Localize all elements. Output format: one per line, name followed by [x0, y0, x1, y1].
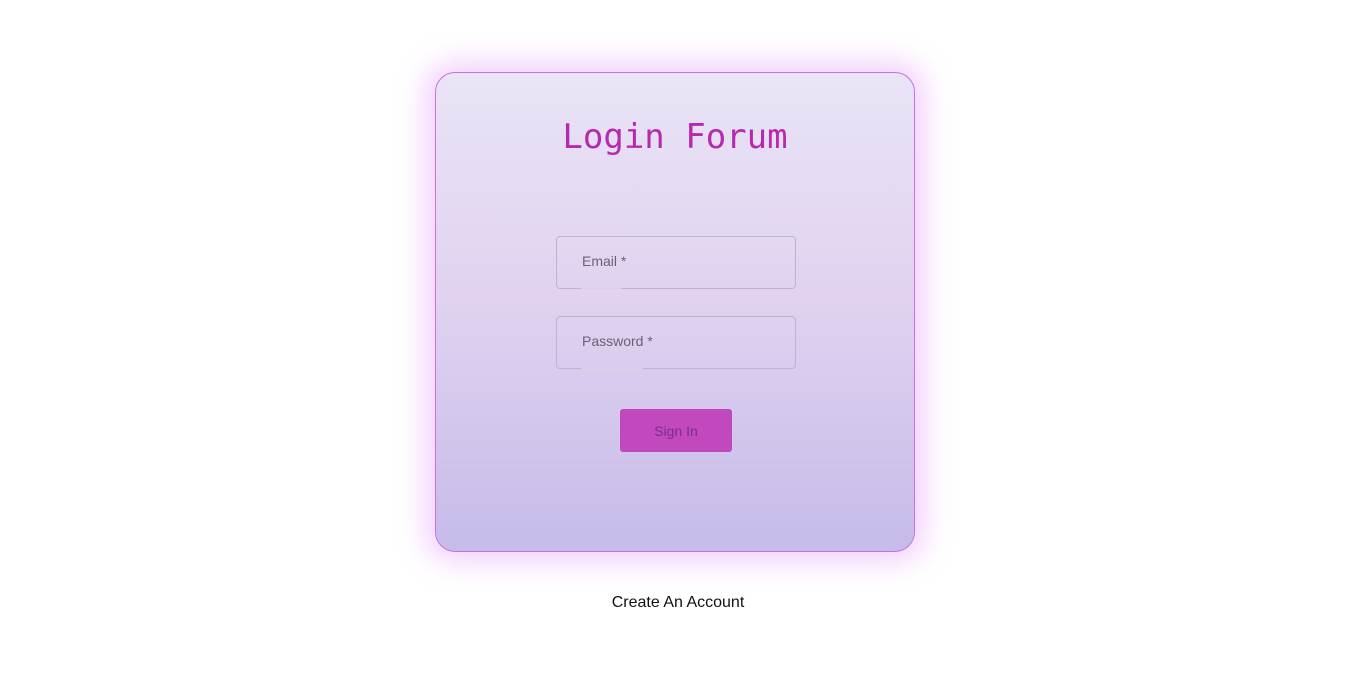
page-title: Login Forum [562, 117, 788, 157]
page: Login Forum Email * Password * Sign In C… [0, 0, 1356, 677]
create-account-link[interactable]: Create An Account [0, 594, 1356, 612]
sign-in-button[interactable]: Sign In [620, 409, 732, 452]
password-label: Password * [582, 333, 653, 349]
login-card: Login Forum Email * Password * Sign In [435, 72, 915, 552]
email-label: Email * [582, 253, 627, 269]
email-field[interactable]: Email * [556, 236, 796, 289]
password-label-gap [581, 368, 643, 369]
email-label-gap [581, 288, 621, 289]
password-field[interactable]: Password * [556, 316, 796, 369]
